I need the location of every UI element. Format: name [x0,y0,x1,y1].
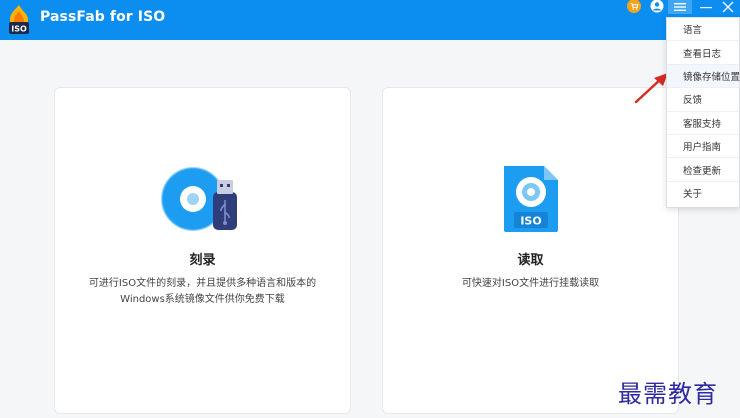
read-card-title: 读取 [517,253,544,268]
iso-file-icon: ISO [503,166,558,232]
user-icon [650,0,664,13]
minimize-icon [700,7,712,9]
menu-item-user-guide[interactable]: 用户指南 [667,135,739,159]
app-title: PassFab for ISO [40,9,166,25]
disc-usb-icon [160,167,237,231]
burn-card[interactable]: 刻录 可进行ISO文件的刻录，并且提供多种语言和版本的 Windows系统镜像文… [54,87,351,414]
cart-button[interactable] [625,0,643,14]
cart-icon [627,0,641,13]
user-button[interactable] [648,0,666,14]
title-bar: ISO PassFab for ISO [0,0,740,40]
menu-item-language[interactable]: 语言 [667,18,739,42]
read-desc-line-1: 可快速对ISO文件进行挂载读取 [461,278,600,289]
app-logo-icon: ISO [9,5,29,34]
iso-file-label: ISO [520,215,541,228]
menu-item-support[interactable]: 客服支持 [667,112,739,135]
read-card[interactable]: ISO 读取 可快速对ISO文件进行挂载读取 [382,87,679,414]
burn-card-description: 可进行ISO文件的刻录，并且提供多种语言和版本的 Windows系统镜像文件供你… [73,276,332,308]
menu-item-check-update[interactable]: 检查更新 [667,158,739,182]
menu-item-feedback[interactable]: 反馈 [667,88,739,112]
menu-item-view-log[interactable]: 查看日志 [667,41,739,65]
close-button[interactable] [719,0,737,14]
menu-item-about[interactable]: 关于 [667,182,739,205]
minimize-button[interactable] [697,0,715,14]
read-card-description: 可快速对ISO文件进行挂载读取 [401,276,660,292]
burn-desc-line-1: 可进行ISO文件的刻录，并且提供多种语言和版本的 [88,278,317,289]
burn-desc-line-2: Windows系统镜像文件供你免费下载 [120,294,285,305]
menu-button[interactable] [668,0,692,14]
menu-item-image-storage[interactable]: 镜像存储位置 [667,64,740,89]
settings-dropdown-menu: 语言 查看日志 镜像存储位置 反馈 客服支持 用户指南 检查更新 关于 [666,17,740,208]
close-icon [722,1,734,13]
hamburger-menu-icon [674,3,686,11]
burn-card-title: 刻录 [189,253,216,268]
watermark-text: 最需教育 [618,380,718,408]
logo-badge-text: ISO [11,25,27,34]
